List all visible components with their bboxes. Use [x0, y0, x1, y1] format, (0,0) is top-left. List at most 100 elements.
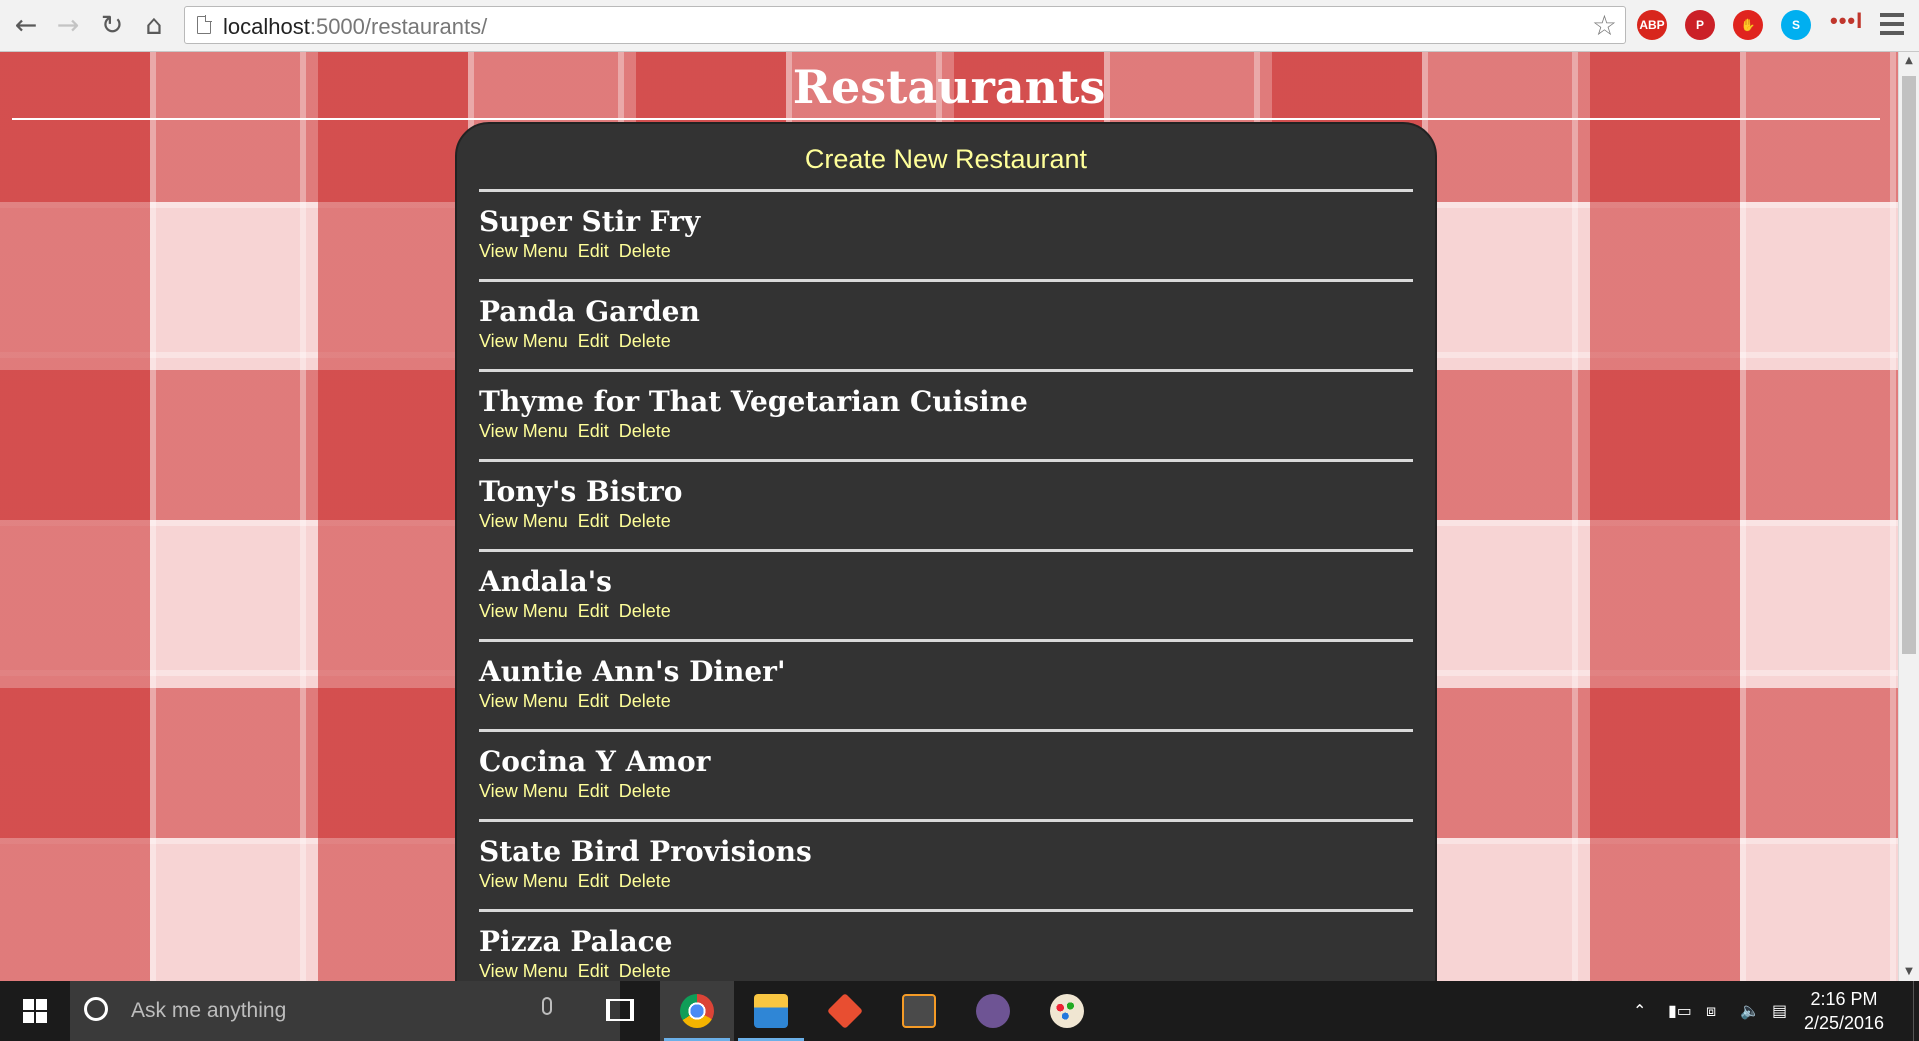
url-path: :5000/restaurants/: [309, 14, 488, 39]
file-explorer-icon: [754, 994, 788, 1028]
delete-link[interactable]: Delete: [619, 421, 671, 441]
git-icon: [826, 992, 864, 1030]
address-bar[interactable]: localhost:5000/restaurants/ ☆: [184, 6, 1626, 44]
restaurant-name: Cocina Y Amor: [479, 745, 711, 778]
cortana-icon: [84, 997, 108, 1021]
page-title: Restaurants: [792, 60, 1106, 114]
edit-link[interactable]: Edit: [578, 331, 609, 351]
restaurant-actions: View Menu Edit Delete: [479, 511, 1413, 532]
view-menu-link[interactable]: View Menu: [479, 241, 568, 261]
page-scrollbar[interactable]: ▲ ▼: [1898, 52, 1919, 981]
restaurant-item: Thyme for That Vegetarian Cuisine View Me…: [479, 369, 1413, 459]
restaurant-actions: View Menu Edit Delete: [479, 961, 1413, 981]
edit-link[interactable]: Edit: [578, 691, 609, 711]
edit-link[interactable]: Edit: [578, 781, 609, 801]
restaurant-list: Super Stir Fry View Menu Edit Delete Panda G…: [479, 189, 1413, 981]
wifi-icon[interactable]: ⧈: [1706, 1001, 1728, 1020]
page-icon: [197, 15, 212, 34]
edit-link[interactable]: Edit: [578, 421, 609, 441]
sublime-text-taskbar-button[interactable]: [882, 981, 956, 1041]
edit-link[interactable]: Edit: [578, 961, 609, 981]
restaurant-name: Andala's: [479, 565, 612, 598]
restaurant-item: Cocina Y Amor View Menu Edit Delete: [479, 729, 1413, 819]
battery-icon[interactable]: ▮▭: [1668, 1001, 1692, 1020]
show-hidden-icons-icon[interactable]: ⌃: [1633, 1001, 1646, 1020]
restaurant-item: State Bird Provisions View Menu Edit Delete: [479, 819, 1413, 909]
adblock-icon[interactable]: ✋: [1733, 10, 1763, 40]
restaurant-name: Pizza Palace: [479, 925, 673, 958]
start-button[interactable]: [0, 981, 70, 1041]
restaurant-name: Panda Garden: [479, 295, 700, 328]
delete-link[interactable]: Delete: [619, 691, 671, 711]
delete-link[interactable]: Delete: [619, 961, 671, 981]
edit-link[interactable]: Edit: [578, 511, 609, 531]
restaurant-name: Thyme for That Vegetarian Cuisine: [479, 385, 1028, 418]
url-text[interactable]: localhost:5000/restaurants/: [223, 14, 487, 40]
browser-toolbar: ← → ↻ ⌂ localhost:5000/restaurants/ ☆ AB…: [0, 0, 1919, 52]
scrollbar-thumb[interactable]: [1902, 76, 1916, 654]
delete-link[interactable]: Delete: [619, 781, 671, 801]
more-extensions-icon[interactable]: •••I: [1830, 8, 1863, 34]
home-icon[interactable]: ⌂: [136, 7, 172, 43]
delete-link[interactable]: Delete: [619, 331, 671, 351]
clock-date: 2/25/2016: [1803, 1013, 1885, 1033]
restaurant-item: Pizza Palace View Menu Edit Delete: [479, 909, 1413, 981]
scroll-down-arrow-icon[interactable]: ▼: [1899, 963, 1919, 981]
restaurant-actions: View Menu Edit Delete: [479, 331, 1413, 352]
restaurant-item: Super Stir Fry View Menu Edit Delete: [479, 189, 1413, 279]
bookmark-star-icon[interactable]: ☆: [1592, 9, 1617, 42]
skype-icon[interactable]: S: [1781, 10, 1811, 40]
reload-icon[interactable]: ↻: [94, 7, 130, 43]
view-menu-link[interactable]: View Menu: [479, 961, 568, 981]
action-center-icon[interactable]: ▤: [1772, 1001, 1794, 1020]
git-taskbar-button[interactable]: [808, 981, 882, 1041]
restaurant-name: Super Stir Fry: [479, 205, 701, 238]
volume-icon[interactable]: 🔈: [1740, 1001, 1762, 1020]
restaurant-actions: View Menu Edit Delete: [479, 601, 1413, 622]
github-icon: [976, 994, 1010, 1028]
edit-link[interactable]: Edit: [578, 871, 609, 891]
create-restaurant-link[interactable]: Create New Restaurant: [457, 144, 1435, 175]
edit-link[interactable]: Edit: [578, 241, 609, 261]
scroll-up-arrow-icon[interactable]: ▲: [1899, 52, 1919, 70]
page-viewport: Restaurants Create New Restaurant Super …: [0, 52, 1898, 981]
show-desktop-button[interactable]: [1913, 981, 1919, 1041]
restaurant-actions: View Menu Edit Delete: [479, 421, 1413, 442]
view-menu-link[interactable]: View Menu: [479, 421, 568, 441]
clock-time: 2:16 PM: [1810, 989, 1878, 1009]
paint-taskbar-button[interactable]: [1030, 981, 1104, 1041]
delete-link[interactable]: Delete: [619, 871, 671, 891]
view-menu-link[interactable]: View Menu: [479, 691, 568, 711]
forward-arrow-icon[interactable]: →: [50, 7, 86, 43]
delete-link[interactable]: Delete: [619, 241, 671, 261]
view-menu-link[interactable]: View Menu: [479, 601, 568, 621]
sublime-text-icon: [902, 994, 936, 1028]
view-menu-link[interactable]: View Menu: [479, 331, 568, 351]
windows-logo-icon: [23, 999, 47, 1023]
delete-link[interactable]: Delete: [619, 511, 671, 531]
edit-link[interactable]: Edit: [578, 601, 609, 621]
file-explorer-taskbar-button[interactable]: [734, 981, 808, 1041]
chrome-icon: [680, 994, 714, 1028]
restaurant-name: Tony's Bistro: [479, 475, 683, 508]
search-placeholder: Ask me anything: [131, 999, 287, 1022]
view-menu-link[interactable]: View Menu: [479, 781, 568, 801]
paint-icon: [1050, 994, 1084, 1028]
system-clock[interactable]: 2:16 PM 2/25/2016: [1794, 987, 1894, 1035]
microphone-icon[interactable]: [542, 997, 552, 1015]
delete-link[interactable]: Delete: [619, 601, 671, 621]
restaurant-name: State Bird Provisions: [479, 835, 812, 868]
task-view-icon[interactable]: [606, 999, 634, 1021]
restaurant-actions: View Menu Edit Delete: [479, 871, 1413, 892]
view-menu-link[interactable]: View Menu: [479, 871, 568, 891]
chrome-menu-icon[interactable]: [1880, 13, 1904, 35]
github-taskbar-button[interactable]: [956, 981, 1030, 1041]
cortana-search-box[interactable]: Ask me anything: [70, 981, 620, 1041]
pinterest-icon[interactable]: P: [1685, 10, 1715, 40]
chrome-taskbar-button[interactable]: [660, 981, 734, 1041]
view-menu-link[interactable]: View Menu: [479, 511, 568, 531]
back-arrow-icon[interactable]: ←: [8, 7, 44, 43]
restaurant-panel: Create New Restaurant Super Stir Fry View…: [455, 122, 1437, 981]
restaurant-item: Andala's View Menu Edit Delete: [479, 549, 1413, 639]
adblock-plus-icon[interactable]: ABP: [1637, 10, 1667, 40]
